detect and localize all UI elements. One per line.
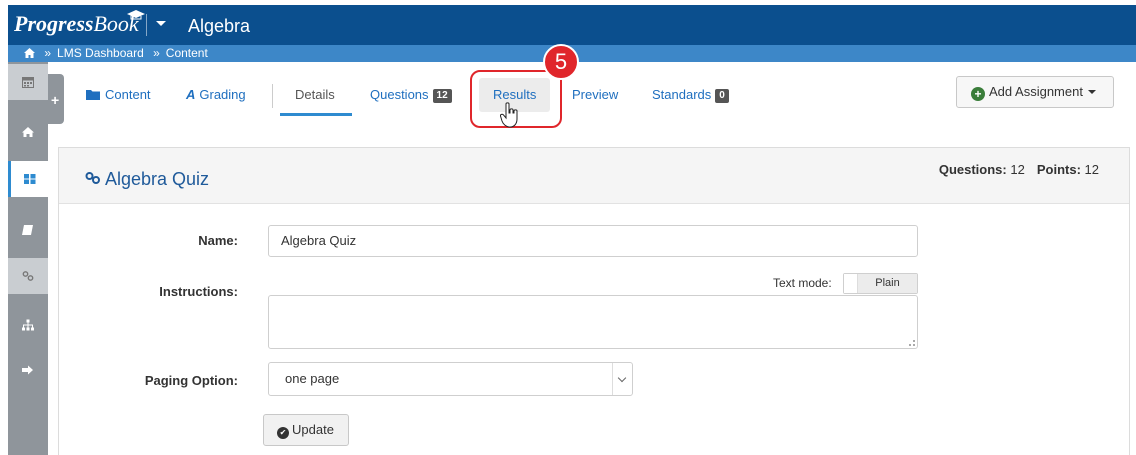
questions-value: 12 xyxy=(1010,162,1025,177)
home-icon xyxy=(22,127,34,137)
left-sidebar xyxy=(8,62,48,455)
text-mode-value: Plain xyxy=(858,274,917,293)
graduation-cap-icon xyxy=(127,10,145,20)
tab-standards-label: Standards xyxy=(652,87,712,102)
calendar-icon xyxy=(22,77,34,88)
toggle-knob xyxy=(844,274,858,293)
paging-option-value: one page xyxy=(285,371,340,386)
tab-details[interactable]: Details xyxy=(295,78,335,112)
sign-out-icon xyxy=(22,365,33,375)
dashboard-icon xyxy=(23,174,35,184)
link-icon xyxy=(22,271,34,281)
breadcrumb-separator: » xyxy=(153,46,160,60)
add-assignment-button[interactable]: + Add Assignment xyxy=(956,76,1114,108)
course-title[interactable]: Algebra xyxy=(188,15,250,37)
quiz-counts: Questions: 12 Points: 12 xyxy=(939,162,1099,177)
sidebar-item-home[interactable] xyxy=(8,114,48,150)
standards-count-badge: 0 xyxy=(715,89,729,103)
plus-circle-icon: + xyxy=(971,87,985,101)
progressbook-logo[interactable]: ProgressBook xyxy=(14,10,145,37)
expand-plus-icon[interactable]: + xyxy=(51,92,59,108)
update-button-label: Update xyxy=(292,422,334,437)
sidebar-item-sitemap[interactable] xyxy=(8,307,48,343)
logo-text-progress: Progress xyxy=(14,11,94,36)
tab-grading[interactable]: A Grading xyxy=(186,78,246,112)
name-field[interactable]: Algebra Quiz xyxy=(268,225,918,257)
active-tab-indicator xyxy=(280,113,352,116)
chevron-down-icon xyxy=(612,363,632,395)
hand-cursor-icon xyxy=(500,102,518,128)
sidebar-item-calendar[interactable] xyxy=(8,64,48,100)
sidebar-item-dashboard[interactable] xyxy=(8,161,48,197)
questions-count-badge: 12 xyxy=(432,89,452,103)
topbar-divider xyxy=(146,14,147,36)
tab-standards[interactable]: Standards 0 xyxy=(652,78,729,112)
check-circle-icon: ✔ xyxy=(277,427,289,439)
tab-divider xyxy=(272,84,273,108)
instructions-textarea[interactable] xyxy=(268,295,918,349)
tab-preview[interactable]: Preview xyxy=(572,78,618,112)
name-label: Name: xyxy=(198,233,238,248)
points-value: 12 xyxy=(1084,162,1099,177)
questions-label: Questions: xyxy=(938,162,1007,177)
resize-grip-icon[interactable] xyxy=(909,340,915,346)
chevron-down-icon xyxy=(1087,90,1096,94)
link-icon xyxy=(85,172,100,184)
tab-questions[interactable]: Questions 12 xyxy=(370,78,452,112)
text-mode-label: Text mode: xyxy=(773,276,832,290)
tab-content-label: Content xyxy=(105,87,151,102)
panel-header: Algebra Quiz Questions: 12 Points: 12 xyxy=(59,148,1129,204)
quiz-title-label: Algebra Quiz xyxy=(105,169,210,189)
instructions-label: Instructions: xyxy=(159,284,238,299)
page-title: Algebra Quiz xyxy=(85,168,209,190)
breadcrumb-lms-dashboard[interactable]: LMS Dashboard xyxy=(57,46,144,60)
breadcrumb-content[interactable]: Content xyxy=(166,46,208,60)
top-bar: ProgressBook Algebra xyxy=(8,5,1136,45)
folder-icon xyxy=(86,90,100,100)
breadcrumb-separator: » xyxy=(44,46,52,60)
paging-option-label: Paging Option: xyxy=(144,373,238,388)
sitemap-icon xyxy=(22,319,34,331)
step-number-badge: 5 xyxy=(543,44,579,80)
grading-icon: A xyxy=(186,87,196,102)
home-icon[interactable] xyxy=(24,48,35,58)
text-mode-toggle[interactable]: Plain xyxy=(843,273,918,294)
update-button[interactable]: ✔ Update xyxy=(263,414,349,446)
course-dropdown-caret-icon[interactable] xyxy=(156,21,166,26)
book-icon xyxy=(22,225,33,235)
paging-option-select[interactable]: one page xyxy=(268,362,633,396)
points-label: Points: xyxy=(1036,162,1081,177)
add-assignment-label: Add Assignment xyxy=(989,84,1083,99)
tab-content[interactable]: Content xyxy=(86,78,151,112)
tab-grading-label: Grading xyxy=(199,87,246,102)
tab-questions-label: Questions xyxy=(370,87,429,102)
